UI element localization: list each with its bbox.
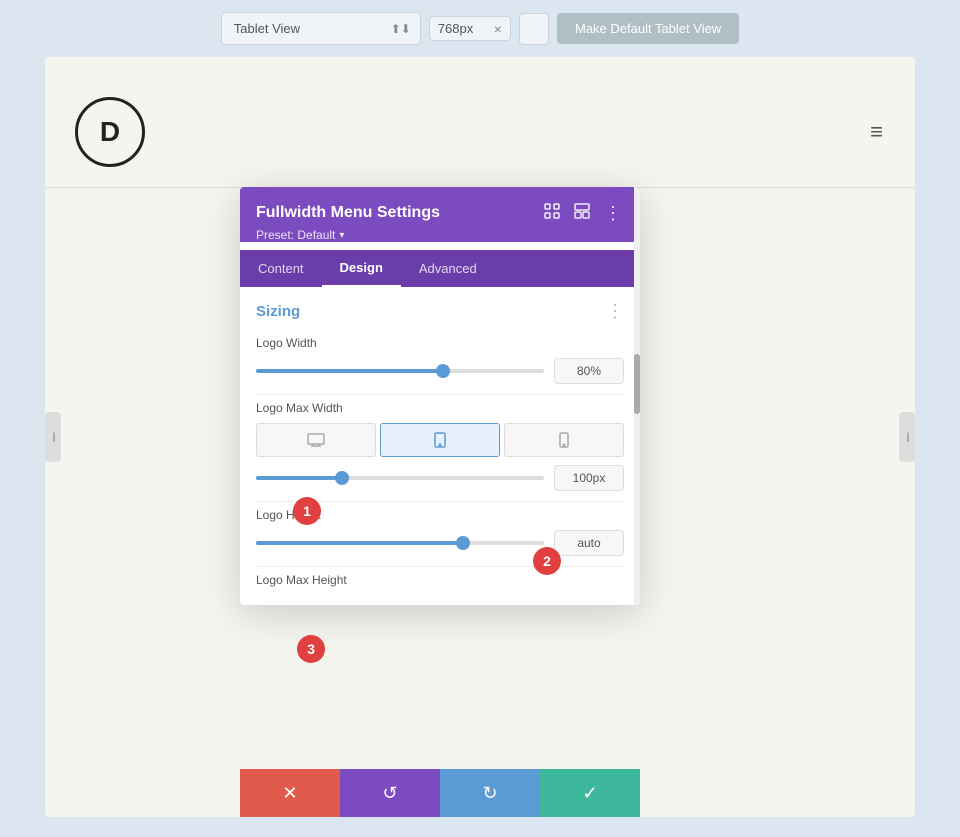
logo-max-width-slider-thumb[interactable] [335,471,349,485]
undo-icon: ↺ [382,783,397,804]
step-2-number: 2 [543,553,551,569]
cancel-icon: ✕ [282,783,297,804]
site-logo: D [75,97,145,167]
step-indicator-1: 1 [293,497,321,525]
logo-width-slider-fill [256,369,443,373]
logo-width-slider-track[interactable] [256,369,544,373]
modal-header-top: Fullwidth Menu Settings [256,201,624,224]
step-3-number: 3 [307,641,315,657]
redo-icon: ↻ [482,783,497,804]
device-tab-desktop[interactable] [256,423,376,457]
tab-advanced[interactable]: Advanced [401,250,495,287]
logo-max-width-input[interactable] [554,465,624,491]
top-bar: Tablet View Desktop View Mobile View ⬆⬇ … [0,0,960,57]
step-indicator-3: 3 [297,635,325,663]
undo-button[interactable]: ↺ [340,769,440,817]
canvas: D ≡ Fullwidth Menu Settings [45,57,915,817]
redo-button[interactable]: ↻ [440,769,540,817]
step-indicator-2: 2 [533,547,561,575]
logo-max-width-slider-fill [256,476,342,480]
logo-max-height-label: Logo Max Height [256,573,624,587]
modal-scrollbar-thumb[interactable] [634,354,640,414]
modal-panel: Fullwidth Menu Settings [240,187,640,605]
logo-max-width-label: Logo Max Width [256,401,624,415]
logo-width-label: Logo Width [256,336,624,350]
confirm-button[interactable]: ✓ [540,769,640,817]
view-select[interactable]: Tablet View Desktop View Mobile View [221,12,421,45]
logo-max-width-slider-row [256,465,624,491]
modal-body: Sizing ⋮ Logo Width [240,287,640,605]
logo-height-slider-track[interactable] [256,541,544,545]
logo-height-slider-thumb[interactable] [456,536,470,550]
expand-icon-button[interactable] [542,201,562,224]
preset-arrow-icon: ▾ [339,230,344,241]
logo-letter: D [100,116,120,148]
preset-label: Preset: Default [256,228,335,242]
clear-px-button[interactable]: × [494,22,502,36]
logo-width-slider-thumb[interactable] [436,364,450,378]
cancel-button[interactable]: ✕ [240,769,340,817]
modal-scrollbar[interactable] [634,187,640,605]
modal-title: Fullwidth Menu Settings [256,204,440,222]
tab-content[interactable]: Content [240,250,322,287]
logo-height-input[interactable] [554,530,624,556]
logo-width-input[interactable] [554,358,624,384]
logo-height-slider-fill [256,541,463,545]
confirm-icon: ✓ [582,783,597,804]
logo-height-slider-row [256,530,624,556]
tab-design[interactable]: Design [322,250,401,287]
logo-width-control: Logo Width [240,330,640,394]
preset-row: Preset: Default ▾ [256,228,624,242]
modal-tabs: Content Design Advanced [240,250,640,287]
px-input[interactable] [438,21,488,36]
logo-width-slider-row [256,358,624,384]
sizing-section-title: Sizing [256,303,300,320]
make-default-button[interactable]: Make Default Tablet View [557,13,739,44]
action-bar: ✕ ↺ ↻ ✓ [240,769,640,817]
section-menu-button[interactable]: ⋮ [606,301,624,322]
logo-max-width-device-tabs [256,423,624,457]
sizing-section-header: Sizing ⋮ [240,287,640,330]
logo-max-height-control: Logo Max Height [240,567,640,605]
step-1-number: 1 [303,503,311,519]
modal-header-icons: ⋮ [542,201,624,224]
layout-icon-button[interactable] [572,201,592,224]
hamburger-icon[interactable]: ≡ [870,119,885,145]
left-resize-handle[interactable] [45,412,61,462]
logo-max-width-control: Logo Max Width [240,395,640,501]
device-tab-tablet[interactable] [380,423,500,457]
view-select-wrapper: Tablet View Desktop View Mobile View ⬆⬇ [221,12,421,45]
right-resize-handle[interactable] [899,412,915,462]
more-options-button[interactable]: ⋮ [602,202,624,224]
device-tab-mobile[interactable] [504,423,624,457]
site-header: D ≡ [45,77,915,187]
color-swatch[interactable] [519,13,549,45]
px-input-wrapper: × [429,16,511,41]
modal-header: Fullwidth Menu Settings [240,187,640,242]
logo-max-width-slider-track[interactable] [256,476,544,480]
